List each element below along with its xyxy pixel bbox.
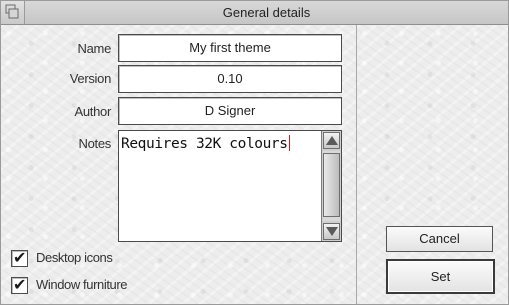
author-label: Author [74, 104, 111, 119]
general-details-window: General details Name My first theme Vers… [0, 0, 509, 305]
scroll-track[interactable] [323, 151, 340, 221]
title-bar[interactable]: General details [1, 1, 508, 25]
desktop-icons-label: Desktop icons [36, 250, 113, 265]
window-title: General details [222, 5, 311, 20]
notes-text: Requires 32K colours [121, 136, 288, 152]
window-back-glyph [5, 4, 19, 19]
name-field-value: My first theme [189, 40, 271, 55]
version-field[interactable]: 0.10 [118, 65, 342, 93]
notes-textarea[interactable]: Requires 32K colours [118, 130, 342, 242]
cancel-button[interactable]: Cancel [386, 226, 493, 252]
set-button[interactable]: Set [386, 259, 495, 294]
notes-text-line: Requires 32K colours [121, 135, 290, 152]
notes-scrollbar[interactable] [321, 131, 341, 241]
text-caret [288, 135, 290, 151]
scroll-down-button[interactable] [323, 223, 340, 240]
up-arrow-icon [326, 136, 338, 145]
version-label: Version [69, 71, 112, 86]
down-arrow-icon [326, 227, 338, 236]
scroll-thumb[interactable] [323, 153, 340, 217]
window-back-icon[interactable] [1, 1, 25, 24]
name-label: Name [77, 41, 112, 56]
name-field[interactable]: My first theme [118, 34, 342, 62]
notes-label: Notes [78, 136, 112, 151]
scroll-up-button[interactable] [323, 132, 340, 149]
window-furniture-checkbox[interactable] [11, 275, 28, 294]
window-furniture-label: Window furniture [36, 277, 128, 292]
author-field-value: D Signer [204, 103, 256, 118]
version-field-value: 0.10 [217, 71, 243, 86]
desktop-icons-checkbox[interactable] [11, 248, 28, 267]
author-field[interactable]: D Signer [118, 97, 342, 125]
